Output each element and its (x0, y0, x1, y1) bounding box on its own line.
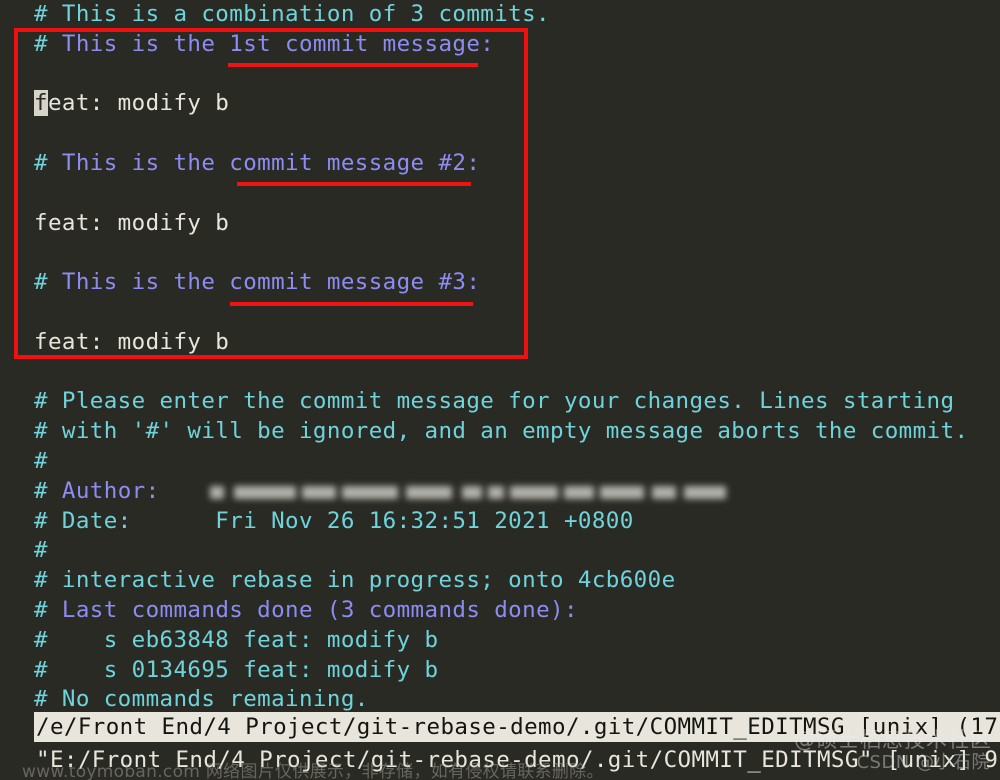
editor-text-segment: # (34, 149, 62, 176)
editor-text-segment: # with '#' will be ignored, and an empty… (34, 418, 969, 445)
editor-line-l19: # (0, 536, 1000, 566)
editor-text-segment: # (34, 447, 48, 474)
editor-text-segment: This is the commit message #2: (61, 149, 481, 176)
editor-line-l16: # (0, 447, 1000, 477)
editor-line-l15: # with '#' will be ignored, and an empty… (0, 417, 1000, 447)
editor-line-l12: feat: modify b (0, 328, 1000, 358)
editor-line-l5 (0, 119, 1000, 149)
status-file-path: /e/Front End/4 Project/git-rebase-demo/.… (34, 712, 1000, 742)
editor-line-l21: # Last commands done (3 commands done): (0, 596, 1000, 626)
editor-text-segment: Last commands done (3 commands done): (61, 596, 578, 623)
editor-text-segment: # (34, 30, 62, 57)
editor-line-l23: # s 0134695 feat: modify b (0, 656, 1000, 686)
editor-text-segment: This is the commit message #3: (61, 269, 481, 296)
editor-line-l8: feat: modify b (0, 209, 1000, 239)
editor-text-segment: # (34, 269, 62, 296)
terminal-window: # This is a combination of 3 commits. # … (0, 0, 1000, 780)
editor-text-segment: # interactive rebase in progress; onto 4… (34, 567, 676, 594)
editor-line-l17: # Author: (0, 477, 1000, 507)
editor-text-segment (160, 478, 216, 504)
editor-line-l13 (0, 358, 1000, 388)
editor-text-segment: # (34, 596, 62, 623)
editor-text-segment: # Please enter the commit message for yo… (34, 388, 955, 415)
editor-line-l11 (0, 298, 1000, 328)
editor-line-l4: feat: modify b (0, 89, 1000, 119)
editor-line-l18: # Date: Fri Nov 26 16:32:51 2021 +0800 (0, 507, 1000, 537)
editor-text-segment: # s 0134695 feat: modify b (34, 656, 439, 683)
editor-line-l1: # This is a combination of 3 commits. (0, 0, 1000, 30)
editor-text-segment: # (34, 537, 48, 564)
red-underline-2 (237, 182, 471, 186)
editor-line-l7 (0, 179, 1000, 209)
editor-text-segment: # s eb63848 feat: modify b (34, 626, 439, 653)
editor-line-l6: # This is the commit message #2: (0, 149, 1000, 179)
editor-line-l9 (0, 238, 1000, 268)
editor-text-segment: eat: modify b (47, 90, 230, 117)
editor-text-segment: # No commands remaining. (34, 686, 369, 713)
editor-text-segment: This is the 1st commit message: (61, 30, 495, 57)
status-command-line: "E:/Front End/4 Project/git-rebase-demo/… (36, 747, 999, 773)
editor-text-segment: f (34, 90, 48, 117)
editor-line-l24: # No commands remaining. (0, 685, 1000, 715)
editor-line-l14: # Please enter the commit message for yo… (0, 387, 1000, 417)
vim-status-area: /e/Front End/4 Project/git-rebase-demo/.… (0, 712, 1000, 780)
editor-text-segment: feat: modify b (34, 209, 230, 236)
editor-line-l22: # s eb63848 feat: modify b (0, 626, 1000, 656)
editor-line-l2: # This is the 1st commit message: (0, 30, 1000, 60)
red-underline-3 (230, 302, 473, 306)
editor-line-l3 (0, 60, 1000, 90)
red-underline-1 (228, 63, 478, 67)
editor-text-segment: Author: (61, 477, 160, 504)
vim-editor-buffer[interactable]: # This is a combination of 3 commits. # … (0, 0, 1000, 712)
editor-text-segment: feat: modify b (34, 328, 230, 355)
editor-text-segment: # Date: Fri Nov 26 16:32:51 2021 +0800 (34, 507, 634, 534)
editor-text-segment: # (34, 477, 62, 504)
editor-text-segment: # This is a combination of 3 commits. (34, 1, 551, 27)
editor-line-l10: # This is the commit message #3: (0, 268, 1000, 298)
editor-line-l20: # interactive rebase in progress; onto 4… (0, 566, 1000, 596)
